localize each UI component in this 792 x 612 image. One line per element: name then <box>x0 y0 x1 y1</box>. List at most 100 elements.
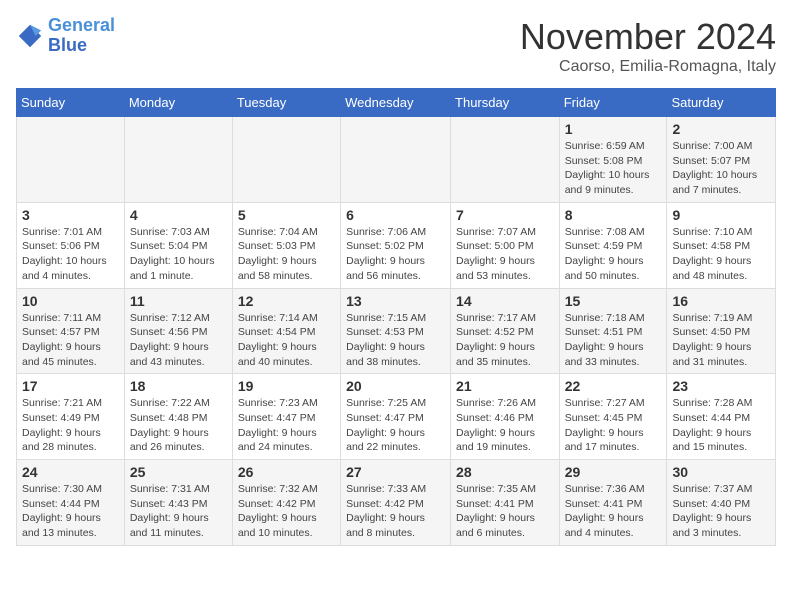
day-number: 3 <box>22 207 119 223</box>
calendar-cell: 23Sunrise: 7:28 AM Sunset: 4:44 PM Dayli… <box>667 374 776 460</box>
calendar-cell <box>232 117 340 203</box>
calendar-cell: 1 Sunrise: 6:59 AM Sunset: 5:08 PM Daylig… <box>559 117 667 203</box>
calendar-cell: 26 Sunrise: 7:32 AM Sunset: 4:42 PM Dayli… <box>232 460 340 546</box>
day-detail: Sunrise: 7:10 AM Sunset: 4:58 PM Dayligh… <box>672 226 752 282</box>
calendar-cell: 17 Sunrise: 7:21 AM Sunset: 4:49 PM Dayli… <box>17 374 125 460</box>
day-number: 5 <box>238 207 335 223</box>
calendar-cell: 20 Sunrise: 7:25 AM Sunset: 4:47 PM Dayli… <box>341 374 451 460</box>
day-detail: Sunrise: 7:32 AM Sunset: 4:42 PM Dayligh… <box>238 483 318 539</box>
calendar-cell: 22 Sunrise: 7:27 AM Sunset: 4:45 PM Dayli… <box>559 374 667 460</box>
day-detail: Sunrise: 7:25 AM Sunset: 4:47 PM Dayligh… <box>346 397 426 453</box>
day-number: 9 <box>672 207 770 223</box>
day-detail: Sunrise: 7:19 AM Sunset: 4:50 PM Dayligh… <box>672 312 752 368</box>
calendar-cell: 4Sunrise: 7:03 AM Sunset: 5:04 PM Daylig… <box>124 202 232 288</box>
calendar-cell: 13Sunrise: 7:15 AM Sunset: 4:53 PM Dayli… <box>341 288 451 374</box>
day-detail: Sunrise: 7:14 AM Sunset: 4:54 PM Dayligh… <box>238 312 318 368</box>
page-header: General Blue November 2024 Caorso, Emili… <box>16 16 776 76</box>
calendar-week-2: 3 Sunrise: 7:01 AM Sunset: 5:06 PM Daylig… <box>17 202 776 288</box>
calendar-cell: 18 Sunrise: 7:22 AM Sunset: 4:48 PM Dayli… <box>124 374 232 460</box>
calendar-header-row: SundayMondayTuesdayWednesdayThursdayFrid… <box>17 89 776 117</box>
day-number: 2 <box>672 121 770 137</box>
day-number: 26 <box>238 464 335 480</box>
day-number: 30 <box>672 464 770 480</box>
day-detail: Sunrise: 7:35 AM Sunset: 4:41 PM Dayligh… <box>456 483 536 539</box>
calendar-cell: 21Sunrise: 7:26 AM Sunset: 4:46 PM Dayli… <box>451 374 560 460</box>
header-cell-saturday: Saturday <box>667 89 776 117</box>
header-cell-wednesday: Wednesday <box>341 89 451 117</box>
calendar-cell: 6 Sunrise: 7:06 AM Sunset: 5:02 PM Daylig… <box>341 202 451 288</box>
day-detail: Sunrise: 7:11 AM Sunset: 4:57 PM Dayligh… <box>22 312 101 368</box>
title-block: November 2024 Caorso, Emilia-Romagna, It… <box>520 16 776 76</box>
day-detail: Sunrise: 7:28 AM Sunset: 4:44 PM Dayligh… <box>672 397 752 453</box>
day-number: 22 <box>565 378 662 394</box>
day-number: 20 <box>346 378 445 394</box>
calendar-cell: 30 Sunrise: 7:37 AM Sunset: 4:40 PM Dayli… <box>667 460 776 546</box>
calendar-week-4: 17 Sunrise: 7:21 AM Sunset: 4:49 PM Dayli… <box>17 374 776 460</box>
day-detail: Sunrise: 7:18 AM Sunset: 4:51 PM Dayligh… <box>565 312 645 368</box>
day-number: 10 <box>22 293 119 309</box>
calendar-table: SundayMondayTuesdayWednesdayThursdayFrid… <box>16 88 776 546</box>
day-number: 28 <box>456 464 554 480</box>
day-number: 15 <box>565 293 662 309</box>
calendar-cell: 3 Sunrise: 7:01 AM Sunset: 5:06 PM Daylig… <box>17 202 125 288</box>
calendar-cell: 12 Sunrise: 7:14 AM Sunset: 4:54 PM Dayli… <box>232 288 340 374</box>
day-number: 1 <box>565 121 662 137</box>
calendar-cell: 29 Sunrise: 7:36 AM Sunset: 4:41 PM Dayli… <box>559 460 667 546</box>
header-cell-tuesday: Tuesday <box>232 89 340 117</box>
calendar-cell: 5 Sunrise: 7:04 AM Sunset: 5:03 PM Daylig… <box>232 202 340 288</box>
header-cell-friday: Friday <box>559 89 667 117</box>
calendar-week-3: 10 Sunrise: 7:11 AM Sunset: 4:57 PM Dayli… <box>17 288 776 374</box>
day-number: 14 <box>456 293 554 309</box>
day-number: 27 <box>346 464 445 480</box>
calendar-cell: 9 Sunrise: 7:10 AM Sunset: 4:58 PM Daylig… <box>667 202 776 288</box>
calendar-cell <box>124 117 232 203</box>
day-detail: Sunrise: 7:22 AM Sunset: 4:48 PM Dayligh… <box>130 397 210 453</box>
day-detail: Sunrise: 7:04 AM Sunset: 5:03 PM Dayligh… <box>238 226 318 282</box>
day-number: 12 <box>238 293 335 309</box>
calendar-cell <box>17 117 125 203</box>
calendar-cell: 24Sunrise: 7:30 AM Sunset: 4:44 PM Dayli… <box>17 460 125 546</box>
day-number: 29 <box>565 464 662 480</box>
day-detail: Sunrise: 7:23 AM Sunset: 4:47 PM Dayligh… <box>238 397 318 453</box>
day-number: 18 <box>130 378 227 394</box>
calendar-cell: 19 Sunrise: 7:23 AM Sunset: 4:47 PM Dayli… <box>232 374 340 460</box>
day-detail: Sunrise: 7:21 AM Sunset: 4:49 PM Dayligh… <box>22 397 102 453</box>
calendar-cell: 16Sunrise: 7:19 AM Sunset: 4:50 PM Dayli… <box>667 288 776 374</box>
day-detail: Sunrise: 6:59 AM Sunset: 5:08 PM Dayligh… <box>565 140 650 196</box>
day-detail: Sunrise: 7:01 AM Sunset: 5:06 PM Dayligh… <box>22 226 107 282</box>
day-detail: Sunrise: 7:36 AM Sunset: 4:41 PM Dayligh… <box>565 483 645 539</box>
day-number: 8 <box>565 207 662 223</box>
day-detail: Sunrise: 7:33 AM Sunset: 4:42 PM Dayligh… <box>346 483 426 539</box>
day-detail: Sunrise: 7:37 AM Sunset: 4:40 PM Dayligh… <box>672 483 752 539</box>
calendar-cell: 27 Sunrise: 7:33 AM Sunset: 4:42 PM Dayli… <box>341 460 451 546</box>
logo-icon <box>16 22 44 50</box>
calendar-cell: 15 Sunrise: 7:18 AM Sunset: 4:51 PM Dayli… <box>559 288 667 374</box>
header-cell-thursday: Thursday <box>451 89 560 117</box>
calendar-cell: 2 Sunrise: 7:00 AM Sunset: 5:07 PM Daylig… <box>667 117 776 203</box>
calendar-cell: 28 Sunrise: 7:35 AM Sunset: 4:41 PM Dayli… <box>451 460 560 546</box>
day-number: 11 <box>130 293 227 309</box>
day-number: 7 <box>456 207 554 223</box>
calendar-body: 1 Sunrise: 6:59 AM Sunset: 5:08 PM Daylig… <box>17 117 776 546</box>
day-detail: Sunrise: 7:17 AM Sunset: 4:52 PM Dayligh… <box>456 312 536 368</box>
day-detail: Sunrise: 7:06 AM Sunset: 5:02 PM Dayligh… <box>346 226 426 282</box>
day-number: 19 <box>238 378 335 394</box>
day-number: 17 <box>22 378 119 394</box>
calendar-cell <box>451 117 560 203</box>
calendar-cell: 10 Sunrise: 7:11 AM Sunset: 4:57 PM Dayli… <box>17 288 125 374</box>
day-number: 25 <box>130 464 227 480</box>
calendar-cell: 14 Sunrise: 7:17 AM Sunset: 4:52 PM Dayli… <box>451 288 560 374</box>
day-detail: Sunrise: 7:07 AM Sunset: 5:00 PM Dayligh… <box>456 226 536 282</box>
day-detail: Sunrise: 7:03 AM Sunset: 5:04 PM Dayligh… <box>130 226 215 282</box>
day-number: 6 <box>346 207 445 223</box>
day-detail: Sunrise: 7:27 AM Sunset: 4:45 PM Dayligh… <box>565 397 645 453</box>
logo: General Blue <box>16 16 115 56</box>
day-number: 21 <box>456 378 554 394</box>
day-detail: Sunrise: 7:12 AM Sunset: 4:56 PM Dayligh… <box>130 312 210 368</box>
calendar-cell <box>341 117 451 203</box>
day-number: 13 <box>346 293 445 309</box>
logo-text: General Blue <box>48 16 115 56</box>
header-cell-monday: Monday <box>124 89 232 117</box>
day-detail: Sunrise: 7:00 AM Sunset: 5:07 PM Dayligh… <box>672 140 757 196</box>
location-title: Caorso, Emilia-Romagna, Italy <box>520 58 776 76</box>
